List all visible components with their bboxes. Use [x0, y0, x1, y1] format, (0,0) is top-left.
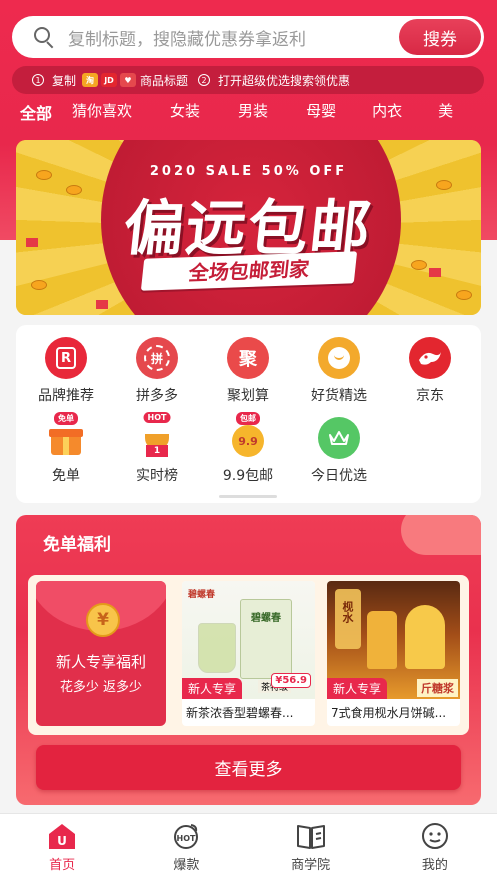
free-order-welfare-section: 免单福利 ¥ 新人专享福利 花多少 返多少 碧螺春 碧螺春 茶特级 ¥56.9 …: [16, 515, 481, 805]
welfare-decoration: [401, 515, 481, 555]
product-image-syrup: 枧水 斤糖浆 新人专享: [327, 581, 460, 699]
tab-women[interactable]: 女装: [132, 100, 200, 128]
profile-icon: [420, 822, 450, 850]
tab-mother-baby[interactable]: 母婴: [268, 100, 336, 128]
welfare-title: 免单福利: [43, 535, 111, 555]
search-button[interactable]: 搜券: [399, 19, 481, 55]
tab-men[interactable]: 男装: [200, 100, 268, 128]
tab-guess-you-like[interactable]: 猜你喜欢: [52, 100, 132, 128]
product-card[interactable]: 枧水 斤糖浆 新人专享 7式食用枧水月饼碱...: [327, 581, 460, 726]
hot-icon: HOT: [171, 822, 201, 850]
category-juhuasuan[interactable]: 聚 聚划算: [203, 337, 293, 405]
tabbar-profile[interactable]: 我的: [373, 814, 497, 883]
tabbar-label: 我的: [421, 858, 448, 873]
tip-step1-text: 复制: [52, 73, 77, 88]
ranking-icon: HOT 1: [136, 412, 178, 459]
usage-tip-bar: 1 复制 淘 JD ♥ 商品标题 2 打开超级优选搜索领优惠: [12, 66, 484, 94]
category-label: 京东: [416, 388, 444, 404]
jd-icon: [409, 337, 451, 379]
step-one-icon: 1: [32, 74, 44, 86]
category-label: 今日优选: [311, 468, 367, 484]
taobao-mini-icon: 淘: [82, 73, 99, 87]
category-label: 实时榜: [136, 468, 178, 484]
newuser-subtitle: 花多少 返多少: [59, 680, 143, 695]
tab-all[interactable]: 全部: [0, 100, 52, 128]
tabbar-hot[interactable]: HOT 爆款: [124, 814, 248, 883]
pinduoduo-icon: 拼: [136, 337, 178, 379]
product-name: 新茶浓香型碧螺春...: [186, 706, 294, 720]
category-ranking[interactable]: HOT 1 实时榜: [112, 412, 202, 485]
view-more-button[interactable]: 查看更多: [36, 745, 461, 790]
tabbar-label: 爆款: [173, 858, 200, 873]
category-jd[interactable]: 京东: [385, 337, 475, 405]
category-free-order[interactable]: 免单 免单: [21, 412, 111, 485]
bottom-tab-bar: U 首页 HOT 爆款 商学院 我的: [0, 813, 497, 883]
product-card[interactable]: 碧螺春 碧螺春 茶特级 ¥56.9 新人专享 新茶浓香型碧螺春...: [182, 581, 315, 726]
newuser-title: 新人专享福利: [55, 653, 146, 671]
category-good-goods[interactable]: 好货精选: [294, 337, 384, 405]
product-name: 7式食用枧水月饼碱...: [331, 706, 447, 720]
jd-mini-icon: JD: [101, 73, 118, 87]
coin-icon: [31, 280, 47, 290]
category-pinduoduo[interactable]: 拼 拼多多: [112, 337, 202, 405]
step-two-icon: 2: [198, 74, 211, 86]
nine-nine-icon: 包邮 9.9: [227, 412, 269, 459]
search-icon: [32, 25, 56, 49]
tabbar-academy[interactable]: 商学院: [249, 814, 373, 883]
newuser-tag: 新人专享: [327, 678, 388, 699]
red-envelope-icon: [96, 300, 108, 309]
pinduoduo-mini-icon: ♥: [120, 73, 137, 87]
category-label: 9.9包邮: [222, 468, 274, 484]
banner-subtitle: 2020 SALE 50% OFF: [149, 164, 348, 179]
product-image-tea: 碧螺春 碧螺春 茶特级 ¥56.9 新人专享: [182, 581, 315, 699]
category-brand[interactable]: R 品牌推荐: [21, 337, 111, 405]
banner-title: 偏远包邮: [120, 194, 376, 264]
coin-icon: [456, 290, 472, 300]
tabbar-label: 首页: [49, 858, 76, 873]
tip-step1-suffix: 商品标题: [140, 73, 189, 88]
category-label: 好货精选: [311, 388, 367, 404]
category-label: 拼多多: [136, 388, 178, 404]
category-nine-nine[interactable]: 包邮 9.9 9.9包邮: [203, 412, 293, 485]
category-today-pick[interactable]: 今日优选: [294, 417, 384, 485]
welfare-panel: ¥ 新人专享福利 花多少 返多少 碧螺春 碧螺春 茶特级 ¥56.9 新人专享 …: [28, 575, 469, 735]
tip-step2-text: 打开超级优选搜索领优惠: [218, 73, 351, 88]
home-icon: U: [47, 822, 77, 850]
category-grid: R 品牌推荐 拼 拼多多 聚 聚划算 好货精选 京东 免单 免单 HOT 1 实…: [16, 325, 481, 503]
promo-banner[interactable]: 2020 SALE 50% OFF 偏远包邮 全场包邮到家: [16, 140, 481, 315]
tab-beauty[interactable]: 美: [402, 100, 453, 128]
newuser-tag: 新人专享: [182, 678, 243, 699]
tab-underwear[interactable]: 内衣: [336, 100, 402, 128]
free-order-icon: 免单: [45, 412, 87, 459]
svg-text:U: U: [57, 834, 67, 848]
today-pick-icon: [318, 417, 360, 459]
category-label: 聚划算: [227, 388, 269, 404]
good-goods-icon: [318, 337, 360, 379]
search-bar[interactable]: 复制标题，搜隐藏优惠券拿返利 搜券: [12, 16, 484, 58]
juhuasuan-icon: 聚: [227, 337, 269, 379]
red-envelope-icon: [429, 268, 441, 277]
scroll-indicator: [219, 495, 277, 498]
coin-icon: ¥: [86, 603, 120, 637]
newuser-welfare-card[interactable]: ¥ 新人专享福利 花多少 返多少: [36, 581, 166, 726]
tabbar-label: 商学院: [291, 858, 331, 873]
category-tabs: 全部 猜你喜欢 女装 男装 母婴 内衣 美: [0, 100, 497, 128]
svg-text:HOT: HOT: [177, 834, 196, 843]
tabbar-home[interactable]: U 首页: [0, 814, 124, 883]
category-label: 品牌推荐: [38, 388, 94, 404]
brand-icon: R: [45, 337, 87, 379]
category-label: 免单: [52, 468, 80, 484]
book-icon: [296, 822, 326, 850]
